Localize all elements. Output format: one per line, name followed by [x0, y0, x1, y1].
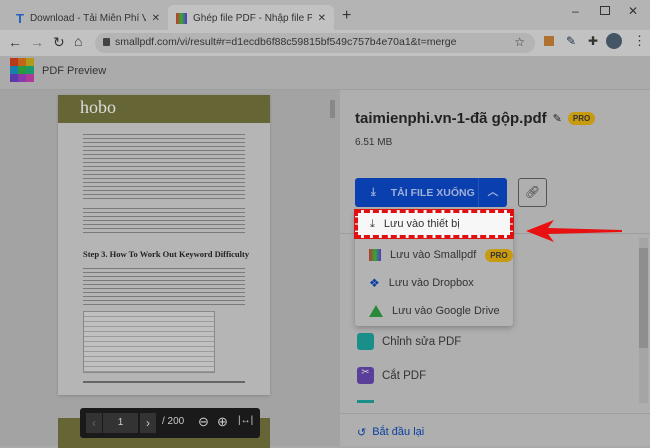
taimienphi-favicon-icon: T — [16, 11, 24, 26]
file-name: taimienphi.vn-1-đã gộp.pdf — [355, 110, 547, 127]
eyedropper-icon[interactable]: ✎ — [566, 34, 576, 48]
url-input[interactable]: smallpdf.com/vi/result#r=d1ecdb6f88c5981… — [95, 33, 535, 53]
reload-icon[interactable]: ↻ — [53, 34, 65, 51]
smallpdf-logo-icon — [10, 58, 34, 82]
divider — [340, 413, 650, 414]
back-icon[interactable]: ← — [8, 34, 22, 50]
edit-pencil-icon[interactable]: ✎ — [553, 112, 562, 125]
app-title: PDF Preview — [42, 65, 107, 77]
download-icon: ⤓ — [371, 186, 376, 198]
tab-bar: T Download - Tải Miễn Phí VN - Ph ✕ Ghép… — [0, 0, 650, 32]
download-button[interactable]: ⤓ TẢI FILE XUỐNG ︿ — [355, 178, 507, 207]
smallpdf-favicon-icon — [176, 13, 187, 24]
total-pages: / 200 — [162, 416, 185, 427]
maximize-icon[interactable] — [600, 6, 610, 15]
save-to-google-drive-option[interactable]: Lưu vào Google Drive — [355, 297, 513, 325]
dropbox-icon: ❖ — [369, 276, 380, 290]
google-drive-icon — [369, 305, 383, 317]
app-header: PDF Preview — [0, 56, 650, 90]
new-tab-icon[interactable]: + — [342, 7, 351, 25]
scissors-icon: ✂ — [357, 367, 374, 384]
doc-heading: Step 3. How To Work Out Keyword Difficul… — [83, 249, 250, 259]
forward-icon[interactable]: → — [30, 34, 44, 50]
extension-icon[interactable] — [544, 36, 554, 46]
link-icon: 🔗︎ — [524, 185, 541, 199]
zoom-in-icon[interactable]: ⊕ — [217, 414, 228, 430]
tab-download[interactable]: T Download - Tải Miễn Phí VN - Ph ✕ — [8, 5, 168, 32]
profile-avatar[interactable] — [606, 33, 622, 49]
pdf-page: hobo Step 3. How To Work Out Keyword Dif… — [58, 95, 270, 395]
save-to-smallpdf-option[interactable]: Lưu vào Smallpdf PRO — [355, 241, 513, 269]
doc-table-image — [83, 311, 215, 373]
tool-icon-partial — [357, 400, 374, 403]
restart-icon: ↺ — [357, 427, 367, 439]
smallpdf-icon — [369, 249, 381, 261]
tab-smallpdf[interactable]: Ghép file PDF - Nhập file PDF trự ✕ — [168, 5, 334, 32]
edit-pdf-icon — [357, 333, 374, 350]
star-icon[interactable]: ☆ — [514, 35, 525, 49]
menu-icon[interactable]: ⋮ — [633, 33, 646, 49]
close-window-icon[interactable]: ✕ — [628, 4, 638, 18]
close-icon[interactable]: ✕ — [318, 13, 326, 24]
close-icon[interactable]: ✕ — [152, 13, 160, 24]
save-to-dropbox-option[interactable]: ❖ Lưu vào Dropbox — [355, 269, 513, 297]
page-toolbar: ‹ 1 › / 200 ⊖ ⊕ |↔| — [80, 408, 260, 438]
next-page-button[interactable]: › — [140, 413, 156, 433]
download-icon: ⤓ — [370, 217, 375, 230]
save-to-device-option[interactable]: ⤓ Lưu vào thiết bị — [354, 209, 514, 239]
prev-page-button[interactable]: ‹ — [86, 413, 102, 433]
tools-scrollbar[interactable] — [639, 238, 648, 403]
chevron-up-icon[interactable]: ︿ — [477, 178, 507, 207]
red-arrow-annotation — [526, 220, 622, 242]
download-dropdown: ⤓ Lưu vào thiết bị Lưu vào Smallpdf PRO … — [354, 209, 514, 326]
restart-link[interactable]: ↺ Bắt đầu lại — [357, 426, 424, 439]
tool-split-pdf[interactable]: ✂ Cắt PDF — [357, 367, 426, 384]
lock-icon — [103, 38, 110, 46]
zoom-out-icon[interactable]: ⊖ — [198, 414, 209, 430]
extensions-puzzle-icon[interactable]: ✚ — [588, 34, 598, 48]
page-number-input[interactable]: 1 — [103, 413, 138, 433]
home-icon[interactable]: ⌂ — [74, 33, 82, 49]
doc-logo: hobo — [80, 97, 116, 117]
file-size: 6.51 MB — [355, 137, 393, 148]
tool-edit-pdf[interactable]: Chỉnh sửa PDF — [357, 333, 461, 350]
copy-link-button[interactable]: 🔗︎ — [518, 178, 547, 207]
fit-width-icon[interactable]: |↔| — [238, 415, 253, 426]
scrollbar[interactable] — [330, 100, 335, 118]
minimize-icon[interactable]: – — [572, 4, 579, 18]
address-bar-row: ← → ↻ ⌂ smallpdf.com/vi/result#r=d1ecdb6… — [0, 30, 650, 56]
pro-badge: PRO — [567, 112, 596, 125]
